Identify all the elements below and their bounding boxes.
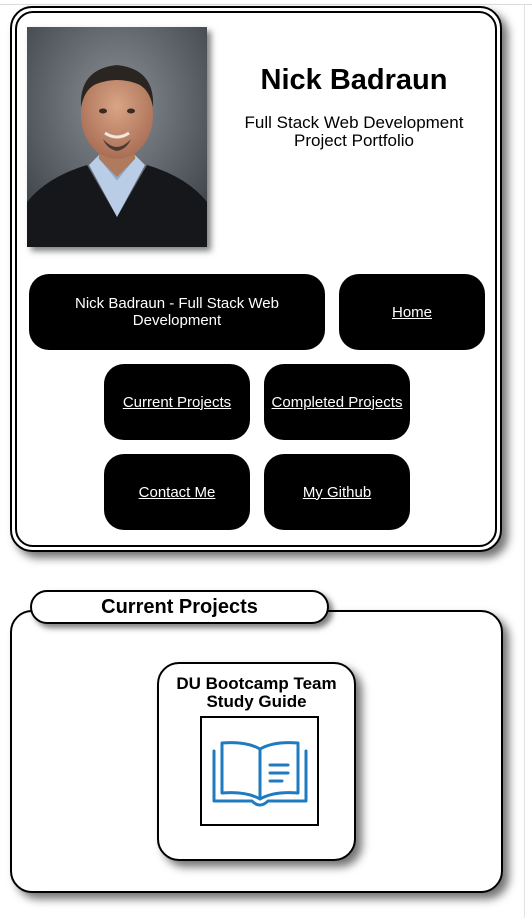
page-scroll-edge [524,4,525,918]
current-projects-link[interactable]: Current Projects [123,394,231,411]
open-book-icon [212,741,307,807]
github-button[interactable]: My Github [264,454,410,530]
section-heading: Current Projects [30,590,329,624]
project-card[interactable]: DU Bootcamp Team Study Guide [157,662,356,861]
brand-button[interactable]: Nick Badraun - Full Stack Web Developmen… [29,274,325,350]
subtitle-line: Full Stack Web Development [244,113,464,132]
header-card: Nick Badraun Full Stack Web Development … [10,6,502,552]
page-top-rule [0,4,532,5]
project-thumbnail[interactable] [200,716,319,826]
page-title: Nick Badraun [260,64,448,96]
completed-projects-link[interactable]: Completed Projects [272,394,403,411]
completed-projects-button[interactable]: Completed Projects [264,364,410,440]
subtitle-line: Project Portfolio [294,131,414,150]
home-button[interactable]: Home [339,274,485,350]
project-title: DU Bootcamp Team Study Guide [176,674,337,711]
current-projects-button[interactable]: Current Projects [104,364,250,440]
portrait-photo [27,27,207,247]
home-link[interactable]: Home [392,304,432,321]
brand-button-label: Nick Badraun - Full Stack Web Developmen… [75,295,279,329]
contact-link[interactable]: Contact Me [139,484,216,501]
github-link[interactable]: My Github [303,484,371,501]
contact-button[interactable]: Contact Me [104,454,250,530]
page-subtitle: Full Stack Web Development Project Portf… [224,114,484,150]
